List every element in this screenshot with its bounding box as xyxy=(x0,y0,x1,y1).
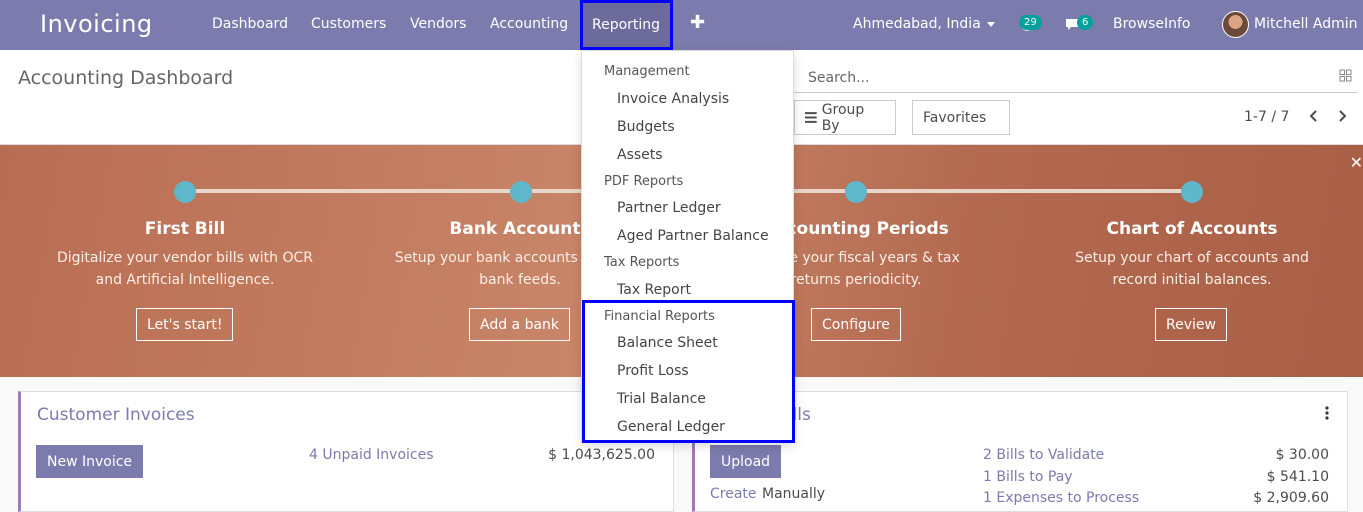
plus-icon[interactable]: ✚ xyxy=(690,12,705,33)
new-invoice-button[interactable]: New Invoice xyxy=(36,445,144,478)
configure-button[interactable]: Configure xyxy=(811,308,901,341)
step-dot xyxy=(1181,181,1203,203)
bills-to-pay-amount: $ 541.10 xyxy=(1266,469,1329,485)
menu-header-pdf-reports: PDF Reports xyxy=(604,174,684,189)
nav-reporting[interactable]: Reporting xyxy=(580,0,673,50)
menu-item-invoice-analysis[interactable]: Invoice Analysis xyxy=(617,91,729,107)
step-dot xyxy=(510,181,532,203)
unpaid-invoices-link[interactable]: 4 Unpaid Invoices xyxy=(309,447,434,463)
close-icon[interactable]: ✕ xyxy=(1350,153,1363,172)
menu-header-financial-reports: Financial Reports xyxy=(604,309,715,324)
lets-start-button[interactable]: Let's start! xyxy=(136,308,234,341)
pager-value[interactable]: 1-7 / 7 xyxy=(1244,109,1289,125)
user-menu[interactable]: Mitchell Admin xyxy=(1254,16,1358,32)
menu-item-general-ledger[interactable]: General Ledger xyxy=(617,419,725,435)
step-title: Chart of Accounts xyxy=(1106,219,1278,239)
message-badge: 6 xyxy=(1077,15,1094,30)
chevron-down-icon xyxy=(986,21,995,27)
customer-invoices-card: Customer Invoices New Invoice 4 Unpaid I… xyxy=(18,391,674,512)
chevron-right-icon[interactable] xyxy=(1338,109,1348,123)
unpaid-invoices-amount: $ 1,043,625.00 xyxy=(548,447,655,463)
chevron-left-icon[interactable] xyxy=(1308,109,1318,123)
upload-button[interactable]: Upload xyxy=(710,445,782,478)
search-bar xyxy=(790,63,1358,93)
nav-accounting[interactable]: Accounting xyxy=(490,16,568,32)
bills-to-validate-link[interactable]: 2 Bills to Validate xyxy=(983,447,1104,463)
top-navbar: Invoicing Dashboard Customers Vendors Ac… xyxy=(0,0,1363,50)
nav-reporting-label: Reporting xyxy=(592,17,661,33)
create-manually-text: Manually xyxy=(762,486,826,502)
bills-to-validate-amount: $ 30.00 xyxy=(1275,447,1329,463)
step-dot xyxy=(174,181,196,203)
menu-header-management: Management xyxy=(604,64,690,79)
company-name: Ahmedabad, India xyxy=(853,16,981,32)
favorites-label: Favorites xyxy=(923,109,987,126)
nav-customers[interactable]: Customers xyxy=(311,16,386,32)
nav-vendors[interactable]: Vendors xyxy=(410,16,466,32)
group-by-label: Group By xyxy=(821,101,865,134)
menu-item-balance-sheet[interactable]: Balance Sheet xyxy=(617,335,718,351)
company-switcher[interactable]: Ahmedabad, India xyxy=(853,16,995,32)
favorites-button[interactable]: Favorites xyxy=(912,100,1010,135)
reporting-dropdown-menu: Management Invoice Analysis Budgets Asse… xyxy=(581,50,795,443)
avatar[interactable] xyxy=(1222,11,1249,38)
step-title: First Bill xyxy=(144,219,226,239)
menu-item-aged-partner-balance[interactable]: Aged Partner Balance xyxy=(617,228,769,244)
expenses-to-process-amount: $ 2,909.60 xyxy=(1253,490,1329,506)
expenses-to-process-link[interactable]: 1 Expenses to Process xyxy=(983,490,1139,506)
menu-item-assets[interactable]: Assets xyxy=(617,147,663,163)
nav-dashboard[interactable]: Dashboard xyxy=(212,16,288,32)
menu-item-profit-loss[interactable]: Profit Loss xyxy=(617,363,689,379)
search-input[interactable] xyxy=(808,67,1328,89)
add-bank-button[interactable]: Add a bank xyxy=(469,308,571,341)
menu-item-partner-ledger[interactable]: Partner Ledger xyxy=(617,200,721,216)
review-button[interactable]: Review xyxy=(1155,308,1227,341)
create-link[interactable]: Create xyxy=(710,486,757,502)
activity-badge: 29 xyxy=(1019,15,1042,30)
page-title: Accounting Dashboard xyxy=(18,67,234,89)
step-description: Digitalize your vendor bills with OCR an… xyxy=(56,250,314,288)
search-options-icon[interactable] xyxy=(1339,69,1352,82)
kebab-menu-icon[interactable] xyxy=(1325,406,1329,420)
menu-item-budgets[interactable]: Budgets xyxy=(617,119,675,135)
menu-item-tax-report[interactable]: Tax Report xyxy=(617,282,691,298)
card-title[interactable]: Customer Invoices xyxy=(37,405,195,425)
app-title[interactable]: Invoicing xyxy=(40,10,153,38)
browse-info-link[interactable]: BrowseInfo xyxy=(1113,16,1190,32)
group-by-button[interactable]: Group By xyxy=(794,100,896,135)
step-dot xyxy=(845,181,867,203)
bills-to-pay-link[interactable]: 1 Bills to Pay xyxy=(983,469,1073,485)
menu-header-tax-reports: Tax Reports xyxy=(604,255,680,270)
list-icon xyxy=(805,112,817,123)
step-description: Setup your chart of accounts and record … xyxy=(1075,250,1309,288)
menu-item-trial-balance[interactable]: Trial Balance xyxy=(617,391,706,407)
